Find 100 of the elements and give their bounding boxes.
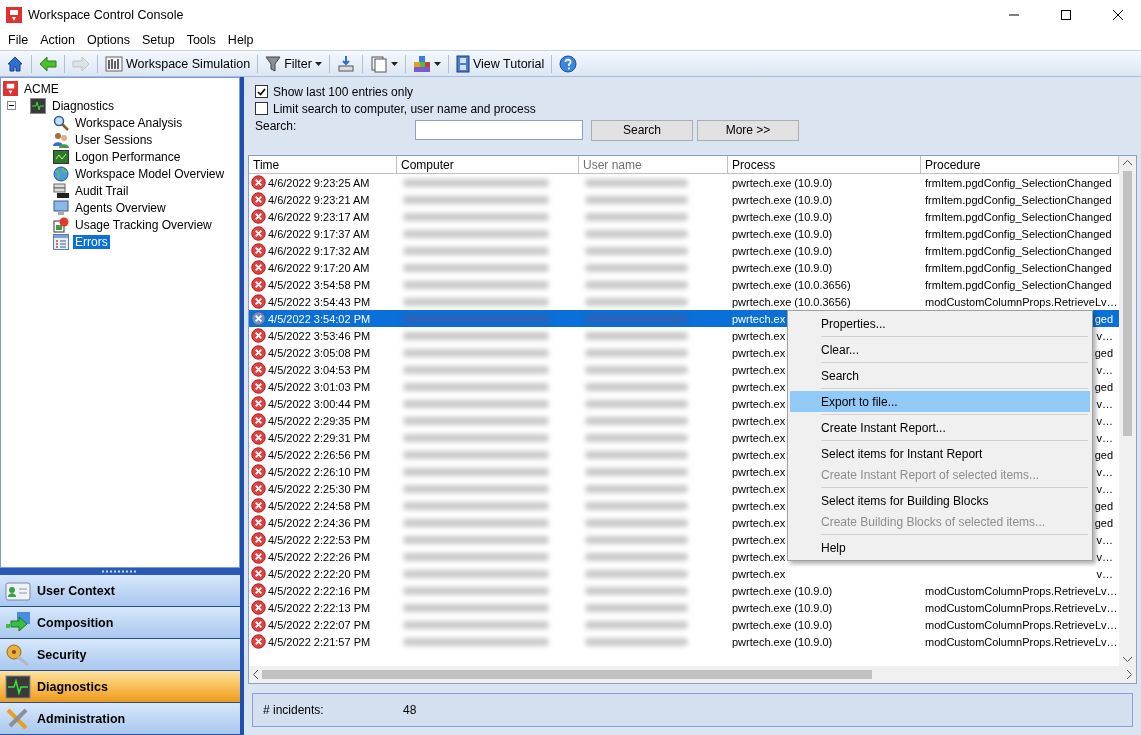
- table-cell[interactable]: 4/5/2022 2:22:53 PM: [268, 533, 371, 546]
- nav-button[interactable]: Composition: [0, 607, 240, 639]
- column-header[interactable]: Procedure: [921, 156, 1119, 174]
- search-button[interactable]: Search: [591, 119, 693, 141]
- incidents-label: # incidents:: [263, 703, 325, 717]
- scroll-left-icon[interactable]: [253, 670, 258, 679]
- scroll-right-icon[interactable]: [1127, 670, 1132, 679]
- table-cell[interactable]: 4/6/2022 9:17:37 AM: [268, 227, 370, 240]
- table-cell[interactable]: 4/5/2022 2:25:30 PM: [268, 482, 371, 495]
- search-field[interactable]: [415, 120, 583, 140]
- import-icon[interactable]: [336, 54, 355, 73]
- menu-item[interactable]: Options: [80, 33, 136, 47]
- tree-item[interactable]: Usage Tracking Overview: [73, 217, 214, 232]
- tree-item[interactable]: Errors: [73, 234, 110, 249]
- table-cell[interactable]: 4/5/2022 3:04:53 PM: [268, 363, 371, 376]
- checkbox-label: Limit search to computer, user name and process: [273, 101, 536, 116]
- window-title: Workspace Control Console: [28, 8, 185, 22]
- column-header[interactable]: Process: [728, 156, 921, 174]
- scrollbar-thumb[interactable]: [1123, 171, 1132, 436]
- table-cell: frmItem.pgdConfig_SelectionChanged: [925, 210, 1112, 223]
- table-cell[interactable]: 4/5/2022 3:54:02 PM: [268, 312, 371, 325]
- table-cell: frmItem.pgdConfig_SelectionChanged: [925, 244, 1112, 257]
- scrollbar-thumb[interactable]: [262, 670, 872, 679]
- collapse-icon[interactable]: [7, 101, 16, 110]
- menu-item[interactable]: Search: [790, 365, 1090, 386]
- splitter-grip-icon[interactable]: [102, 570, 138, 573]
- menu-item[interactable]: File: [2, 33, 35, 47]
- column-header[interactable]: Computer: [397, 156, 579, 174]
- menu-item[interactable]: Tools: [180, 33, 222, 47]
- nav-button[interactable]: Security: [0, 639, 240, 671]
- toolbar-button[interactable]: View Tutorial: [452, 52, 548, 75]
- error-icon: [251, 617, 266, 632]
- menu-item[interactable]: Help: [790, 537, 1090, 558]
- tree-item[interactable]: Logon Performance: [73, 149, 183, 164]
- scroll-up-icon[interactable]: [1123, 160, 1132, 165]
- menu-item[interactable]: Action: [34, 33, 81, 47]
- nav-button[interactable]: Administration: [0, 703, 240, 735]
- tree-item[interactable]: Agents Overview: [73, 200, 168, 215]
- list-window-icon: [53, 233, 69, 250]
- menu-item[interactable]: Help: [221, 33, 260, 47]
- menu-item[interactable]: Create Instant Report...: [790, 417, 1090, 438]
- menu-item[interactable]: Setup: [136, 33, 181, 47]
- home-icon[interactable]: [6, 54, 24, 73]
- tree-item[interactable]: User Sessions: [73, 132, 155, 147]
- table-cell[interactable]: 4/6/2022 9:17:32 AM: [268, 244, 370, 257]
- toolbar-dropdown[interactable]: Filter: [262, 52, 325, 75]
- error-icon: [251, 328, 266, 343]
- table-cell[interactable]: 4/5/2022 2:22:07 PM: [268, 618, 371, 631]
- table-cell[interactable]: 4/5/2022 2:24:58 PM: [268, 499, 371, 512]
- tree-item[interactable]: Audit Trail: [73, 183, 131, 198]
- table-cell[interactable]: 4/5/2022 3:01:03 PM: [268, 380, 371, 393]
- computer-icon: [53, 199, 69, 216]
- table-cell[interactable]: 4/6/2022 9:23:25 AM: [268, 176, 370, 189]
- checkbox[interactable]: [255, 85, 268, 98]
- back-arrow-icon[interactable]: [39, 54, 57, 73]
- table-cell[interactable]: 4/6/2022 9:23:21 AM: [268, 193, 370, 206]
- table-cell[interactable]: 4/5/2022 2:22:16 PM: [268, 584, 371, 597]
- table-cell: pwrtech.exe (10.9.0): [732, 176, 833, 189]
- error-icon: [251, 175, 266, 190]
- table-cell[interactable]: 4/5/2022 3:54:43 PM: [268, 295, 371, 308]
- table-cell[interactable]: 4/5/2022 2:29:35 PM: [268, 414, 371, 427]
- menu-item[interactable]: Properties...: [790, 313, 1090, 334]
- table-cell[interactable]: 4/5/2022 3:05:08 PM: [268, 346, 371, 359]
- nav-button[interactable]: User Context: [0, 575, 240, 607]
- help-icon[interactable]: [559, 54, 578, 73]
- table-cell[interactable]: 4/5/2022 2:21:57 PM: [268, 635, 371, 648]
- tree-item[interactable]: Workspace Analysis: [73, 115, 185, 130]
- nav-button[interactable]: Diagnostics: [0, 671, 240, 703]
- table-cell[interactable]: 4/5/2022 3:53:46 PM: [268, 329, 371, 342]
- menu-item[interactable]: Select items for Building Blocks: [790, 490, 1090, 511]
- table-cell: pwrtech.ex: [732, 550, 786, 563]
- table-cell[interactable]: 4/5/2022 2:22:20 PM: [268, 567, 371, 580]
- menu-item[interactable]: Clear...: [790, 339, 1090, 360]
- table-cell[interactable]: 4/6/2022 9:17:20 AM: [268, 261, 370, 274]
- table-cell[interactable]: 4/5/2022 2:26:56 PM: [268, 448, 371, 461]
- maximize-icon[interactable]: [1061, 10, 1071, 20]
- table-cell[interactable]: 4/5/2022 2:26:10 PM: [268, 465, 371, 478]
- close-icon[interactable]: [1113, 10, 1123, 20]
- toolbar-button[interactable]: Workspace Simulation: [102, 52, 254, 75]
- column-header[interactable]: User name: [579, 156, 728, 174]
- menu-item[interactable]: Export to file...: [790, 391, 1090, 412]
- table-cell[interactable]: 4/5/2022 3:54:58 PM: [268, 278, 371, 291]
- tree-item[interactable]: Workspace Model Overview: [73, 166, 227, 181]
- tree-item[interactable]: Diagnostics: [50, 98, 117, 113]
- scroll-down-icon[interactable]: [1123, 657, 1132, 662]
- table-cell[interactable]: 4/5/2022 3:00:44 PM: [268, 397, 371, 410]
- table-cell[interactable]: 4/5/2022 2:29:31 PM: [268, 431, 371, 444]
- table-cell: ged: [1094, 380, 1113, 393]
- table-cell[interactable]: 4/5/2022 2:24:36 PM: [268, 516, 371, 529]
- menu-item[interactable]: Select items for Instant Report: [790, 443, 1090, 464]
- error-icon: [251, 243, 266, 258]
- table-cell: pwrtech.ex: [732, 363, 786, 376]
- checkbox[interactable]: [255, 102, 268, 115]
- more-button[interactable]: More >>: [697, 119, 799, 141]
- table-cell[interactable]: 4/6/2022 9:23:17 AM: [268, 210, 370, 223]
- table-cell[interactable]: 4/5/2022 2:22:26 PM: [268, 550, 371, 563]
- tree-item[interactable]: ACME: [22, 81, 61, 96]
- table-cell[interactable]: 4/5/2022 2:22:13 PM: [268, 601, 371, 614]
- pages-icon: [369, 54, 388, 73]
- column-header[interactable]: Time: [249, 156, 397, 174]
